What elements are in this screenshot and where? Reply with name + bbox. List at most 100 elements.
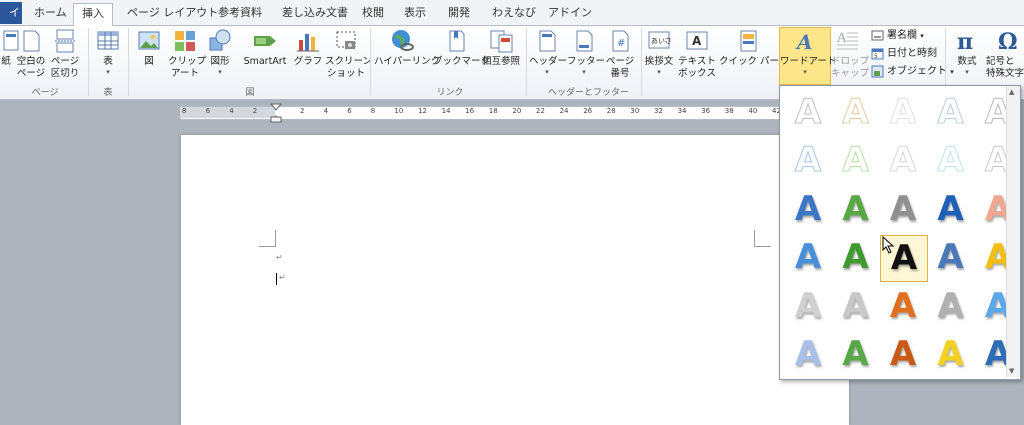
wordart-style-9[interactable]: A — [928, 138, 974, 183]
header-button[interactable]: ヘッダー ▾ — [529, 28, 567, 76]
tab-page-layout[interactable]: ページ レイアウト — [127, 3, 218, 25]
wordart-style-24[interactable]: A — [928, 283, 974, 328]
picture-icon — [138, 31, 160, 50]
text-box-button[interactable]: A テキスト ボックス — [678, 28, 716, 80]
gallery-scrollbar[interactable]: ▲ ▼ — [1006, 86, 1020, 377]
screenshot-icon — [336, 31, 356, 49]
wordart-style-28[interactable]: A — [880, 332, 926, 377]
wordart-style-6[interactable]: A — [785, 138, 831, 183]
tab-references[interactable]: 参考資料 — [218, 3, 262, 25]
chart-icon — [297, 34, 319, 52]
margin-corner-mark — [754, 230, 771, 247]
footer-icon — [576, 30, 593, 52]
ruler-tick-label: 14 — [441, 107, 451, 115]
drop-cap-button[interactable]: A ドロップ キャップ — [831, 28, 869, 80]
smartart-button[interactable]: SmartArt — [240, 28, 290, 68]
ruler-tick-label: 12 — [418, 107, 427, 115]
group-separator — [641, 28, 642, 96]
wordart-style-21[interactable]: A — [785, 283, 831, 328]
tab-view[interactable]: 表示 — [404, 3, 426, 25]
ruler-tick-label: 8 — [182, 107, 187, 115]
ruler-tick-label: 4 — [229, 107, 234, 115]
margin-corner-mark — [259, 230, 276, 247]
scroll-down-icon[interactable]: ▼ — [1009, 367, 1014, 375]
tab-developer[interactable]: 開発 — [448, 3, 470, 25]
chart-button[interactable]: グラフ — [293, 28, 323, 68]
dropdown-arrow-icon: ▾ — [803, 68, 807, 76]
object-button[interactable]: オブジェクト ▾ — [871, 64, 954, 80]
ruler-tick-label: 10 — [394, 107, 404, 115]
wordart-style-13[interactable]: A — [880, 186, 926, 231]
wordart-style-27[interactable]: A — [833, 332, 879, 377]
blank-page-button[interactable]: 空白の ページ — [16, 28, 46, 80]
wordart-style-4[interactable]: A — [928, 89, 974, 134]
shapes-button[interactable]: 図形 ▾ — [205, 28, 235, 76]
wordart-style-1[interactable]: A — [785, 89, 831, 134]
hyperlink-button[interactable]: ハイパーリンク — [374, 28, 440, 68]
svg-text:A: A — [836, 31, 847, 46]
cover-page-button[interactable]: 紙 — [0, 28, 19, 68]
screenshot-button[interactable]: スクリーン ショット — [325, 28, 372, 80]
wordart-style-22[interactable]: A — [833, 283, 879, 328]
ruler-tick-label: 6 — [347, 107, 352, 115]
wordart-style-7[interactable]: A — [833, 138, 879, 183]
tab-addins[interactable]: アドイン — [548, 3, 592, 25]
wordart-style-16[interactable]: A — [785, 235, 831, 280]
wordart-style-3[interactable]: A — [880, 89, 926, 134]
ribbon-tab-bar: イル ホーム 挿入 ページ レイアウト 参考資料 差し込み文書 校閲 表示 開発… — [0, 0, 1024, 41]
bookmark-icon — [449, 30, 465, 52]
dropdown-arrow-icon: ▾ — [545, 68, 549, 76]
page-break-button[interactable]: ページ 区切り — [50, 28, 80, 80]
footer-button[interactable]: フッター ▾ — [567, 28, 605, 76]
mouse-cursor-icon — [882, 236, 895, 254]
wordart-button[interactable]: A ワードアート ▾ — [779, 27, 836, 85]
wordart-style-19[interactable]: A — [928, 235, 974, 280]
dropdown-arrow-icon: ▾ — [965, 68, 969, 76]
group-separator — [128, 28, 129, 96]
text-cursor — [276, 273, 277, 285]
signature-line-button[interactable]: 署名欄 ▾ — [871, 28, 924, 44]
picture-button[interactable]: 図 — [135, 28, 163, 68]
quick-parts-button[interactable]: クイック パーツ — [719, 28, 788, 68]
page-number-button[interactable]: # ページ 番号 — [603, 28, 637, 80]
wordart-style-26[interactable]: A — [785, 332, 831, 377]
tab-home[interactable]: ホーム — [34, 3, 67, 25]
bookmark-button[interactable]: ブックマーク — [433, 28, 490, 68]
object-icon — [871, 65, 884, 77]
greeting-button[interactable]: あいさつ 挨拶文 ▾ — [644, 28, 674, 76]
signature-line-icon — [871, 30, 884, 40]
ruler-tick-label: 28 — [606, 107, 616, 115]
symbol-button[interactable]: Ω 記号と 特殊文字 — [986, 28, 1024, 80]
scroll-up-icon[interactable]: ▲ — [1009, 88, 1014, 96]
wordart-style-29[interactable]: A — [928, 332, 974, 377]
clipart-button[interactable]: クリップ アート — [168, 28, 206, 80]
wordart-style-23[interactable]: A — [880, 283, 926, 328]
page-number-icon: # — [612, 30, 629, 52]
indent-marker-icon[interactable] — [270, 103, 282, 123]
hyperlink-icon — [392, 30, 414, 51]
wordart-style-14[interactable]: A — [928, 186, 974, 231]
clipart-icon — [175, 31, 195, 51]
cross-reference-button[interactable]: 相互参照 — [481, 28, 521, 68]
svg-text:あいさつ: あいさつ — [651, 37, 672, 45]
wordart-style-17[interactable]: A — [833, 235, 879, 280]
wordart-style-11[interactable]: A — [785, 186, 831, 231]
tab-file[interactable]: イル — [0, 2, 22, 41]
dropdown-arrow-icon: ▾ — [657, 68, 661, 76]
tab-review[interactable]: 校閲 — [362, 3, 384, 25]
ruler-tick-label: 22 — [536, 107, 545, 115]
ruler-tick-label: 38 — [724, 107, 734, 115]
page-group-label: ページ — [31, 88, 59, 98]
equation-button[interactable]: π 数式 ▾ — [950, 28, 984, 76]
tab-wawanabi[interactable]: わえなび — [492, 3, 536, 25]
blank-page-icon — [23, 30, 40, 52]
document-page[interactable]: ↵ ↵ — [181, 135, 849, 425]
tab-mailings[interactable]: 差し込み文書 — [282, 3, 348, 25]
table-button[interactable]: 表 ▾ — [93, 28, 123, 76]
wordart-style-12[interactable]: A — [833, 186, 879, 231]
tab-insert[interactable]: 挿入 — [73, 3, 113, 26]
date-time-button[interactable]: 5 日付と時刻 — [871, 46, 937, 62]
wordart-style-2[interactable]: A — [833, 89, 879, 134]
wordart-style-8[interactable]: A — [880, 138, 926, 183]
wordart-gallery[interactable]: AAAAAAAAAAAAAAAAAAAAAAAAAAAAAA ▲ ▼ — [779, 85, 1021, 380]
